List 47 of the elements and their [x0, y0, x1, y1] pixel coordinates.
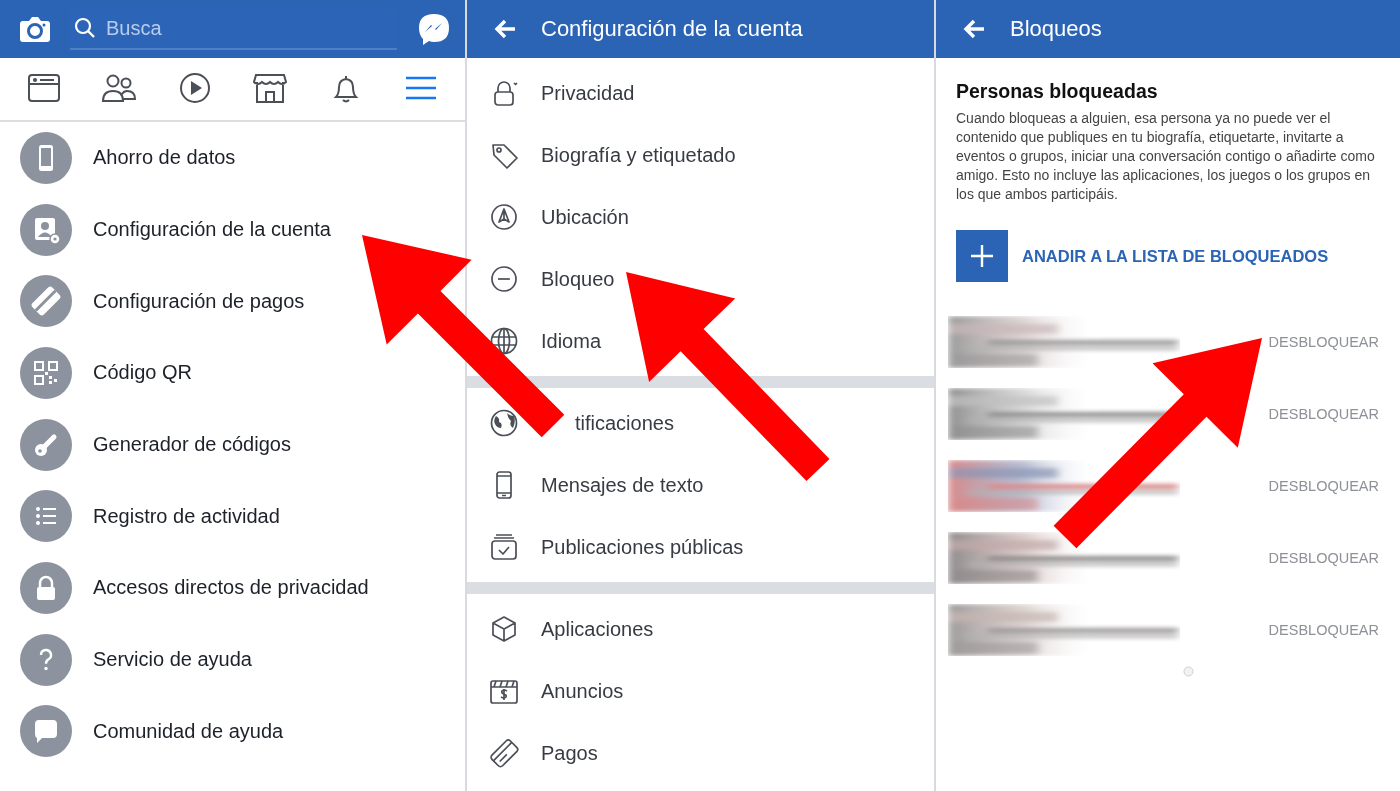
- question-mark-icon: [20, 633, 72, 686]
- search-icon: [74, 17, 96, 39]
- add-to-block-list-button[interactable]: ANADIR A LA LISTA DE BLOQUEADOS: [956, 230, 1329, 282]
- navigation-icon: [489, 202, 519, 232]
- menu-item[interactable]: Código QR: [93, 361, 192, 385]
- credit-card-icon: [489, 738, 519, 768]
- settings-item[interactable]: Publicaciones públicas: [541, 535, 744, 559]
- list-icon: [20, 490, 72, 543]
- screen-title: Bloqueos: [1010, 16, 1102, 42]
- card-stack-icon: [489, 532, 519, 562]
- menu-item[interactable]: Configuración de la cuenta: [93, 218, 331, 242]
- menu-item[interactable]: Servicio de ayuda: [93, 648, 252, 672]
- menu-item[interactable]: Accesos directos de privacidad: [93, 576, 369, 600]
- screen-title: Configuración de la cuenta: [541, 16, 803, 42]
- settings-item[interactable]: Privacidad: [541, 81, 635, 105]
- minus-circle-icon: [489, 264, 519, 294]
- qr-code-icon: [20, 346, 72, 399]
- settings-item[interactable]: Idioma: [541, 329, 602, 353]
- earth-icon: [489, 408, 519, 438]
- scroll-indicator-icon: [1183, 666, 1194, 677]
- phone-icon: [20, 131, 72, 184]
- menu-item[interactable]: Ahorro de datos: [93, 146, 236, 170]
- settings-item[interactable]: Biografía y etiquetado: [541, 143, 736, 167]
- speech-bubble-icon: [20, 705, 72, 758]
- description: Cuando bloqueas a alguien, esa persona ya no puede ver el contenido que publiques en tu biografía, etiquetarte, invitarte a eventos o grupos, iniciar una conversación contigo o añadirte como amigo. Esto no incluye las aplicaciones, los juegos o los grupos en los que ambos participáis.: [956, 109, 1376, 204]
- menu-item[interactable]: Comunidad de ayuda: [93, 719, 284, 743]
- cube-icon: [489, 614, 519, 644]
- settings-item[interactable]: tificaciones: [575, 411, 674, 435]
- settings-item[interactable]: Aplicaciones: [541, 617, 654, 641]
- settings-item[interactable]: Ubicación: [541, 205, 629, 229]
- key-icon: [20, 418, 72, 471]
- globe-icon: [489, 326, 519, 356]
- lock-icon: [20, 561, 72, 614]
- settings-item[interactable]: Bloqueo: [541, 267, 615, 291]
- menu-item[interactable]: Generador de códigos: [93, 433, 291, 457]
- user-settings-icon: [20, 203, 72, 256]
- settings-item[interactable]: Mensajes de texto: [541, 473, 704, 497]
- menu-item[interactable]: Registro de actividad: [93, 504, 280, 528]
- card-icon: [20, 275, 72, 328]
- back-arrow-icon[interactable]: [493, 18, 517, 40]
- back-arrow-icon[interactable]: [962, 18, 986, 40]
- section-heading: Personas bloqueadas: [956, 80, 1159, 103]
- messenger-icon[interactable]: [417, 12, 451, 46]
- settings-item[interactable]: Anuncios: [541, 679, 624, 703]
- settings-item[interactable]: Pagos: [541, 741, 598, 765]
- menu-item[interactable]: Configuración de pagos: [93, 289, 305, 313]
- camera-icon[interactable]: [20, 16, 50, 42]
